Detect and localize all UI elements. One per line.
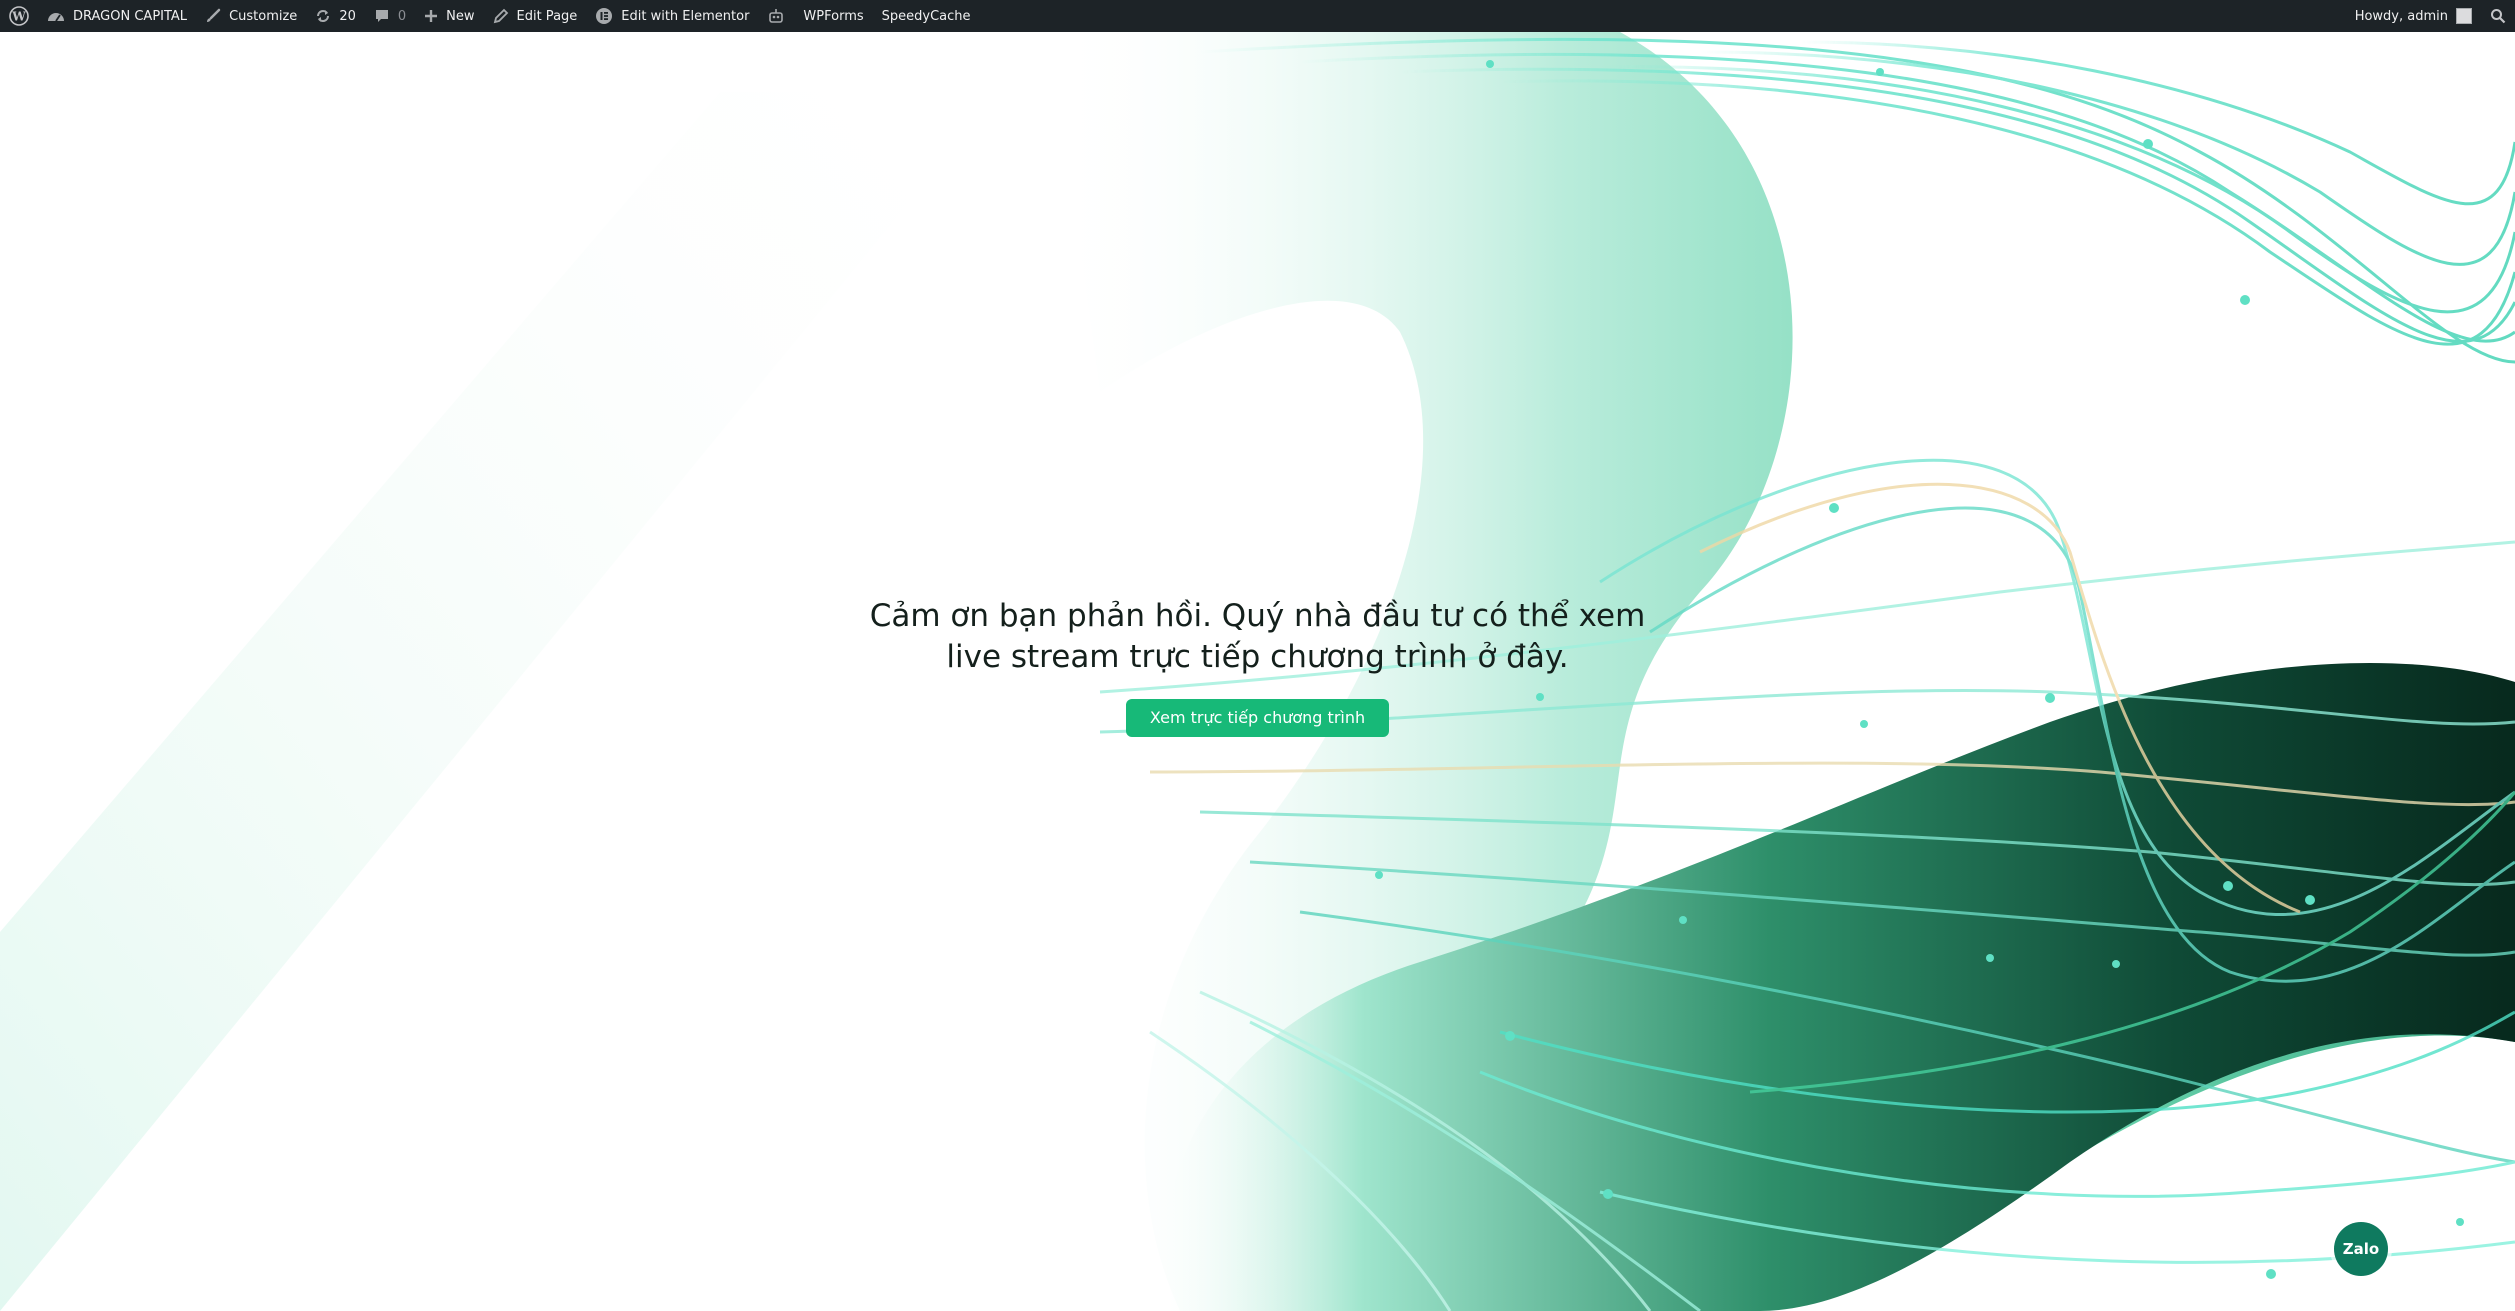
robot-icon [767,7,785,25]
zalo-chat-button[interactable]: Zalo [2334,1222,2388,1276]
customize-link[interactable]: Customize [196,0,306,32]
speedycache-menu[interactable]: SpeedyCache [873,0,980,32]
edit-page-label: Edit Page [516,8,578,24]
edit-with-elementor-label: Edit with Elementor [621,8,750,24]
search-icon [2490,8,2506,24]
wpforms-label: WPForms [803,8,864,24]
comments-link[interactable]: 0 [365,0,415,32]
plugin-bot-menu[interactable] [758,0,794,32]
brush-icon [205,8,221,24]
my-account-menu[interactable]: Howdy, admin [2346,0,2481,32]
thank-you-section: Cảm ơn bạn phản hồi. Quý nhà đầu tư có t… [0,32,2515,1311]
refresh-icon [315,8,331,24]
thank-you-message: Cảm ơn bạn phản hồi. Quý nhà đầu tư có t… [869,598,1646,675]
customize-label: Customize [229,8,298,24]
comment-bubble-icon [374,8,390,24]
greeting-label: Howdy, admin [2354,8,2448,24]
wordpress-menu[interactable]: W [0,0,38,32]
admin-bar: W DRAGON CAPITAL Customize 20 0 New Edit… [0,0,2515,32]
updates-count: 20 [339,8,356,24]
admin-search-toggle[interactable] [2481,0,2515,32]
wordpress-logo-icon: W [9,6,29,26]
edit-with-elementor-link[interactable]: Edit with Elementor [586,0,758,32]
site-name-label: DRAGON CAPITAL [73,8,188,24]
site-name-menu[interactable]: DRAGON CAPITAL [38,0,196,32]
avatar [2456,8,2472,24]
dashboard-icon [47,8,65,24]
pencil-icon [493,8,509,24]
zalo-label: Zalo [2342,1240,2380,1258]
speedycache-label: SpeedyCache [881,8,971,24]
comments-count: 0 [397,8,407,24]
plus-icon [424,9,438,23]
svg-text:W: W [11,10,26,24]
new-label: New [446,8,475,24]
elementor-icon [595,7,613,25]
thank-you-content: Cảm ơn bạn phản hồi. Quý nhà đầu tư có t… [0,596,2515,737]
new-content-menu[interactable]: New [415,0,483,32]
updates-link[interactable]: 20 [306,0,365,32]
wpforms-menu[interactable]: WPForms [794,0,872,32]
edit-page-link[interactable]: Edit Page [484,0,587,32]
watch-live-button[interactable]: Xem trực tiếp chương trình [1125,699,1390,737]
